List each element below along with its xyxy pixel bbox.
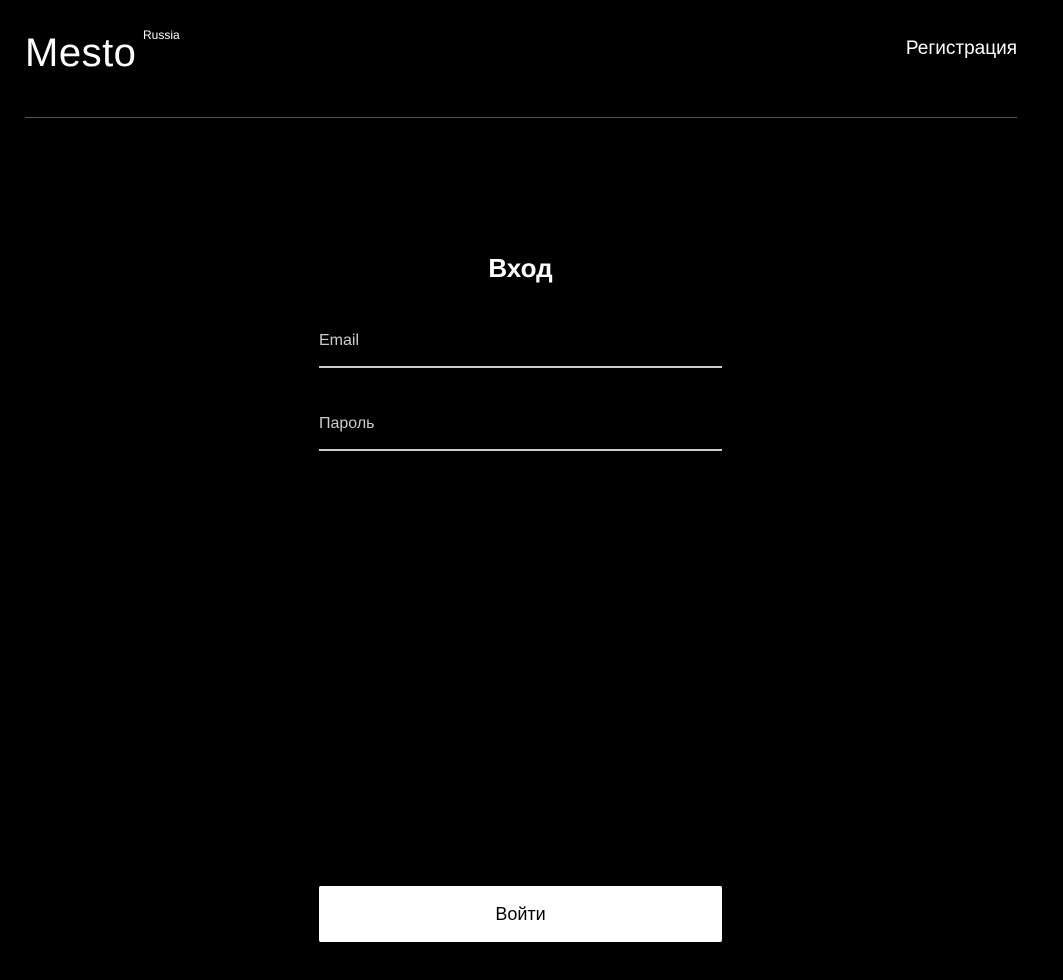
password-field[interactable] <box>319 407 722 451</box>
form-title: Вход <box>488 253 553 283</box>
email-field[interactable] <box>319 324 722 368</box>
login-page: Mesto Russia Регистрация Вход Войти <box>0 0 1063 980</box>
login-form: Вход Войти <box>319 250 722 942</box>
header: Mesto Russia Регистрация <box>25 0 1017 118</box>
register-link[interactable]: Регистрация <box>906 38 1017 60</box>
logo-superscript: Russia <box>143 28 180 42</box>
login-button[interactable]: Войти <box>319 886 722 942</box>
logo-text: Mesto <box>25 31 137 75</box>
